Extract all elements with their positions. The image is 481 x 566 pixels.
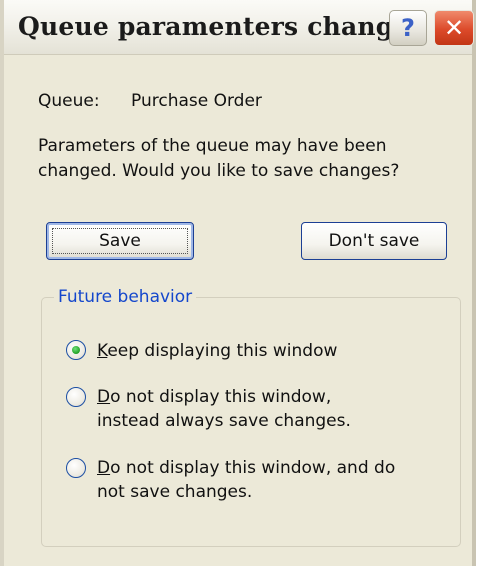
message-text: Parameters of the queue may have been ch… [38, 134, 399, 184]
option-never-save-label[interactable]: Do not display this window, and do not s… [97, 456, 395, 504]
future-behavior-legend: Future behavior [54, 287, 197, 307]
save-button[interactable]: Save [46, 222, 194, 260]
dialog-title: Queue paramenters change [18, 12, 410, 41]
help-button[interactable]: ? [389, 10, 427, 46]
message-line-1: Parameters of the queue may have been [38, 136, 387, 156]
close-button[interactable]: ✕ [434, 10, 474, 46]
radio-never-save[interactable] [66, 458, 86, 478]
dont-save-button-label: Don't save [328, 231, 420, 251]
message-line-2: changed. Would you like to save changes? [38, 161, 400, 181]
option-keep-displaying-label[interactable]: Keep displaying this window [97, 339, 337, 363]
queue-label: Queue: [38, 91, 100, 111]
queue-value: Purchase Order [131, 91, 262, 111]
help-icon: ? [401, 14, 415, 42]
dialog-window: Queue paramenters change ? ✕ Queue: Purc… [0, 0, 476, 566]
dont-save-button[interactable]: Don't save [301, 222, 447, 260]
radio-keep-displaying[interactable] [66, 340, 86, 360]
close-icon: ✕ [443, 14, 465, 42]
option-always-save-label[interactable]: Do not display this window, instead alwa… [97, 385, 351, 433]
radio-selected-dot [72, 346, 80, 354]
title-bar[interactable]: Queue paramenters change ? ✕ [4, 0, 474, 55]
focus-rect [52, 228, 188, 254]
radio-always-save[interactable] [66, 387, 86, 407]
